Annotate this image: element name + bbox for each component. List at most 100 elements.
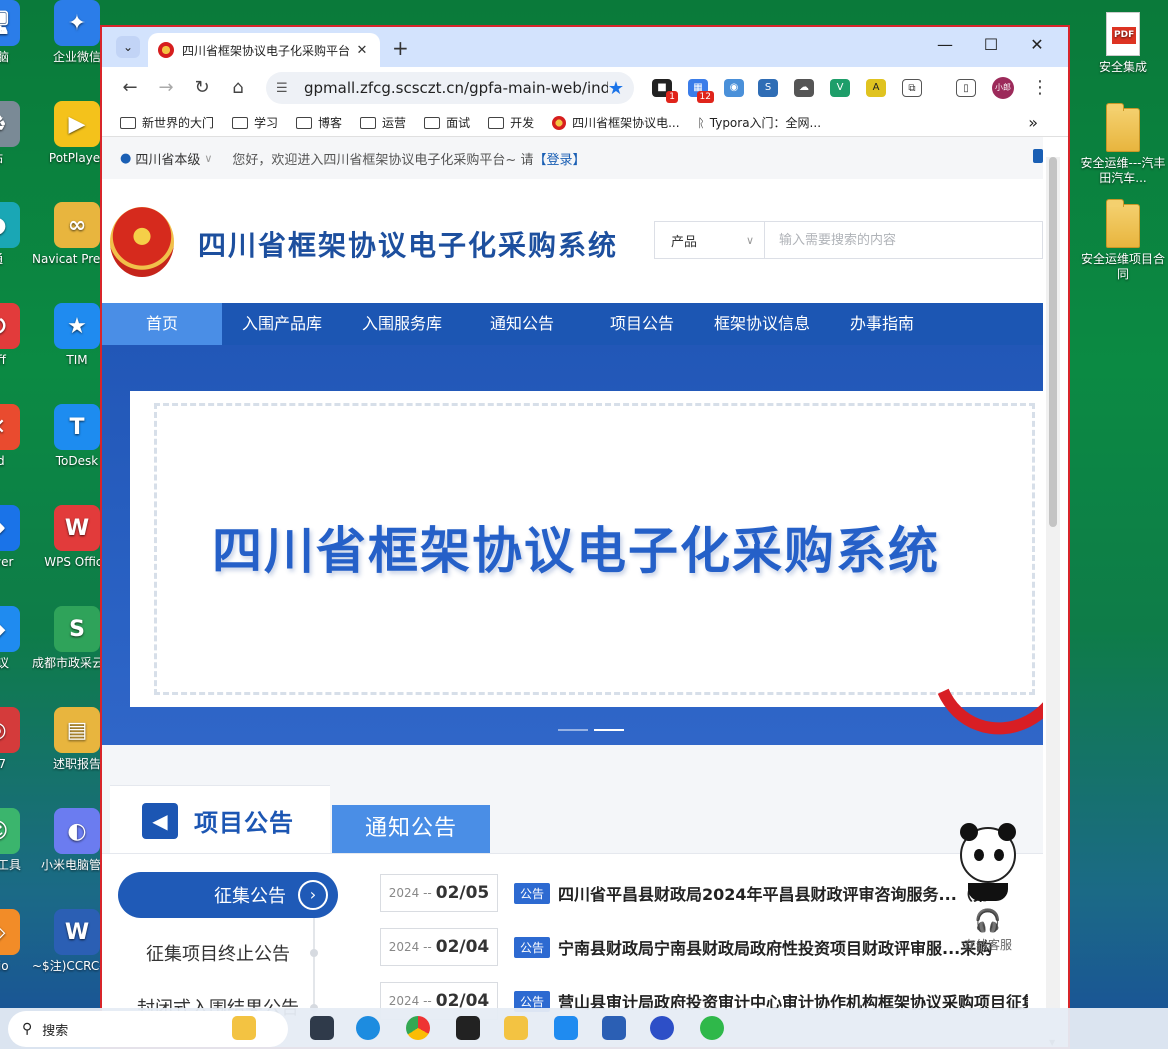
location-pin-icon: ● <box>120 150 132 166</box>
app-icon-cat[interactable] <box>310 1016 334 1040</box>
bookmark-item[interactable]: 四川省框架协议电... <box>552 114 680 131</box>
desktop-icon[interactable]: 安全运维项目合同 <box>1078 199 1168 282</box>
taskbar: ⚲ 搜索 <box>0 1008 1168 1049</box>
url-text: gpmall.zfcg.scsczt.cn/gpfa-main-web/ind.… <box>304 79 608 97</box>
maximize-button[interactable]: ☐ <box>976 35 1006 54</box>
chevron-down-icon: ∨ <box>745 233 754 247</box>
bookmark-item[interactable]: 面试 <box>424 114 470 131</box>
bookmark-label: 四川省框架协议电... <box>572 116 680 130</box>
browser-window: ⌄ 四川省框架协议电子化采购平台 ✕ + — ☐ ✕ ← → ↻ ⌂ ☰ gpm… <box>100 25 1070 1049</box>
nav-item[interactable]: 入围产品库 <box>222 303 342 345</box>
browser-toolbar: ← → ↻ ⌂ ☰ gpmall.zfcg.scsczt.cn/gpfa-mai… <box>102 67 1068 109</box>
uu-icon[interactable] <box>650 1016 674 1040</box>
address-bar[interactable]: ☰ gpmall.zfcg.scsczt.cn/gpfa-main-web/in… <box>266 72 634 104</box>
web-page: ● 四川省本级 ∨ 您好，欢迎进入四川省框架协议电子化采购平台~ 请 【登录】 … <box>102 137 1043 1047</box>
login-link[interactable]: 【登录】 <box>533 149 585 168</box>
folder-icon <box>1106 199 1140 248</box>
vue-devtools-icon[interactable]: V <box>830 79 850 97</box>
minimize-button[interactable]: — <box>930 35 960 54</box>
announcement-row[interactable]: 2024 -- 02/04 公告 宁南县财政局宁南县财政局政府性投资项目财政评审服..… <box>380 928 1028 966</box>
extension-icon-3[interactable]: ◉ <box>724 79 744 97</box>
carousel-dot[interactable] <box>558 729 588 731</box>
reload-button[interactable]: ↻ <box>190 77 214 98</box>
pdf-file-icon <box>1106 12 1140 56</box>
extension-icon-4[interactable]: S <box>758 79 778 97</box>
browser-menu-icon[interactable]: ⋮ <box>1028 77 1052 98</box>
app-icon: ◆ <box>0 606 20 652</box>
extensions-puzzle-icon[interactable]: ⧉ <box>902 79 922 97</box>
back-button[interactable]: ← <box>118 77 142 98</box>
home-button[interactable]: ⌂ <box>226 77 250 98</box>
desktop-icon[interactable]: 安全集成 <box>1078 12 1168 75</box>
nav-item[interactable]: 办事指南 <box>822 303 942 345</box>
nav-item[interactable]: 入围服务库 <box>342 303 462 345</box>
app-icon: W <box>54 505 100 551</box>
folder-icon <box>424 116 441 129</box>
tab-search-button[interactable]: ⌄ <box>116 36 140 58</box>
desktop-icon-label: 安全运维---汽丰田汽车... <box>1080 156 1166 185</box>
nav-item[interactable]: 通知公告 <box>462 303 582 345</box>
tab-project-announcements[interactable]: ◀ 项目公告 <box>110 785 330 855</box>
banner-slide[interactable]: 四川省框架协议电子化采购系统 <box>130 391 1043 707</box>
bookmark-item[interactable]: ᚱ Typora入门：全网... <box>698 114 821 131</box>
bookmark-item[interactable]: 运营 <box>360 114 406 131</box>
hero-banner: 四川省框架协议电子化采购系统 <box>102 345 1043 755</box>
copilot-icon[interactable] <box>232 1016 256 1040</box>
bookmarks-overflow-icon[interactable]: » <box>1028 113 1038 132</box>
ai-extension-icon[interactable]: A <box>866 79 886 97</box>
bookmark-star-icon[interactable]: ★ <box>608 78 624 99</box>
announcement-tag: 公告 <box>514 936 551 958</box>
side-panel-icon[interactable]: ▯ <box>956 79 976 97</box>
app-icon: T <box>54 404 100 450</box>
word-icon[interactable] <box>602 1016 626 1040</box>
new-tab-button[interactable]: + <box>392 36 409 60</box>
active-tab[interactable]: 四川省框架协议电子化采购平台 ✕ <box>148 33 380 67</box>
bookmark-item[interactable]: 学习 <box>232 114 278 131</box>
app-icon: ➜ <box>0 505 20 551</box>
file-explorer-icon[interactable] <box>504 1016 528 1040</box>
scrollbar-thumb[interactable] <box>1049 157 1057 527</box>
app-icon: ▤ <box>54 707 100 753</box>
nav-item[interactable]: 项目公告 <box>582 303 702 345</box>
welcome-text: 您好，欢迎进入四川省框架协议电子化采购平台~ 请 <box>232 152 534 168</box>
region-selector[interactable]: 四川省本级 <box>135 149 200 168</box>
cloud-extension-icon[interactable]: ☁ <box>794 79 814 97</box>
bookmark-item[interactable]: 新世界的大门 <box>120 114 214 131</box>
app-icon: ● <box>0 202 20 248</box>
chevron-down-icon[interactable]: ∨ <box>204 152 212 165</box>
extension-icon-1[interactable]: ■ 1 <box>652 79 678 103</box>
app-icon: ✦ <box>54 0 100 46</box>
cart-icon[interactable] <box>1033 149 1043 163</box>
tab-notices[interactable]: 通知公告 <box>332 805 490 853</box>
side-item-active[interactable]: 征集公告 › <box>118 872 338 918</box>
edge-icon[interactable] <box>356 1016 380 1040</box>
profile-avatar[interactable]: 小郎 <box>992 77 1014 99</box>
nav-item[interactable]: 首页 <box>102 303 222 345</box>
close-window-button[interactable]: ✕ <box>1022 35 1052 54</box>
bookmark-item[interactable]: 博客 <box>296 114 342 131</box>
tim-icon[interactable] <box>554 1016 578 1040</box>
search-input[interactable] <box>765 222 1042 258</box>
app-icon: S <box>54 606 100 652</box>
forward-button[interactable]: → <box>154 77 178 98</box>
close-tab-icon[interactable]: ✕ <box>354 43 370 58</box>
sticky-app-icon[interactable] <box>456 1016 480 1040</box>
page-scrollbar[interactable]: ▼ <box>1046 157 1060 1047</box>
nav-item[interactable]: 框架协议信息 <box>702 303 822 345</box>
extension-icon-2[interactable]: ▦ 12 <box>688 79 714 103</box>
app-icon: ∞ <box>54 202 100 248</box>
gov-emblem-favicon-icon <box>158 42 174 58</box>
bookmarks-bar: 新世界的大门 学习 博客 运营 面试 开发 四川省框架协议电... ᚱ Typora入门：全网.… <box>102 109 1068 137</box>
announcement-tag: 公告 <box>514 882 551 904</box>
customer-service-widget[interactable]: 🎧 在线客服 <box>952 823 1024 953</box>
side-item[interactable]: 征集项目终止公告 <box>118 940 318 966</box>
wechat-icon[interactable] <box>700 1016 724 1040</box>
announcement-date: 2024 -- 02/04 <box>380 928 498 966</box>
bookmark-item[interactable]: 开发 <box>488 114 534 131</box>
search-category-select[interactable]: 产品 ∨ <box>655 222 765 258</box>
announcement-row[interactable]: 2024 -- 02/05 公告 四川省平昌县财政局2024年平昌县财政评审咨询服务.… <box>380 874 1028 912</box>
chrome-icon[interactable] <box>406 1016 430 1040</box>
site-info-icon[interactable]: ☰ <box>276 81 294 96</box>
carousel-dot-active[interactable] <box>594 729 624 731</box>
desktop-icon[interactable]: 安全运维---汽丰田汽车... <box>1078 103 1168 186</box>
